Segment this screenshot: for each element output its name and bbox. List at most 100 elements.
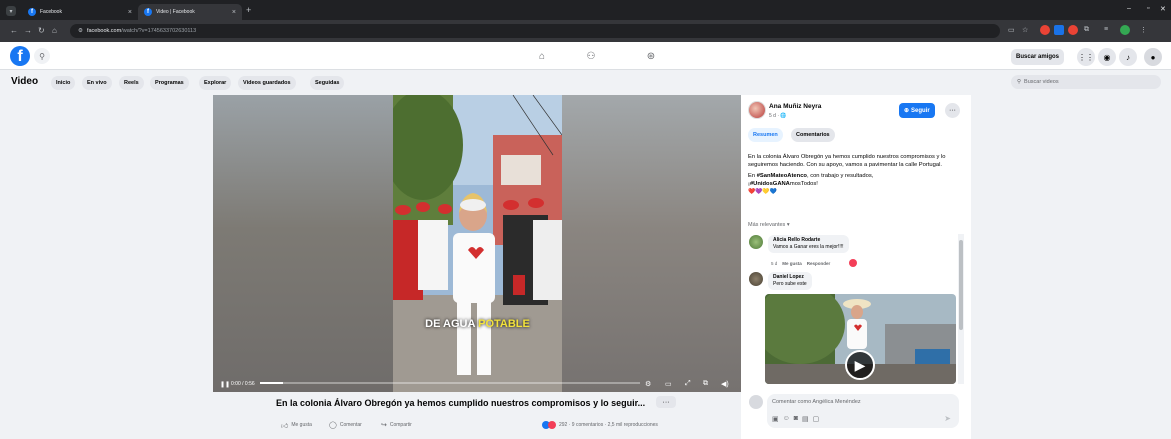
comments-scrollbar[interactable] (958, 234, 964, 384)
url-domain: facebook.com (86, 28, 122, 34)
comment-like-button[interactable]: Me gusta (782, 261, 802, 266)
facebook-search-icon[interactable]: ⚲ (34, 48, 50, 64)
reload-icon[interactable]: ↻ (38, 26, 45, 35)
comment-bubble: Alicia Rello Rodarte Vamos a Ganar eres … (768, 235, 849, 253)
follow-icon: ⊕ (904, 108, 910, 114)
scrollbar-thumb[interactable] (959, 240, 963, 330)
messenger-icon[interactable]: ◉ (1098, 48, 1116, 66)
comment-author[interactable]: Alicia Rello Rodarte (773, 237, 844, 244)
tab-explorar[interactable]: Explorar (199, 76, 232, 90)
play-icon[interactable]: ▶ (845, 350, 875, 380)
groups-nav-icon[interactable]: ⊛ (643, 48, 659, 64)
video-controls: ❚❚ 0:00 / 0:56 ⚙ ▭ ⤢ ⧉ ◀) (213, 376, 741, 392)
like-button[interactable]: 👍︎ Me gusta (281, 420, 312, 430)
volume-icon[interactable]: ◀) (721, 380, 729, 388)
close-tab-icon[interactable]: × (232, 9, 236, 16)
comment-reply-button[interactable]: Responder (807, 261, 831, 266)
comment-button[interactable]: ◯ Comentar (329, 420, 362, 430)
tab-en-vivo[interactable]: En vivo (82, 76, 112, 90)
menu-grid-icon[interactable]: ⋮⋮ (1077, 48, 1095, 66)
comment-bubble-icon: ◯ (329, 422, 337, 429)
tab-programas[interactable]: Programas (150, 76, 189, 90)
comment-input[interactable]: Comentar como Angélica Menéndez ▣ ☺ ◙ ▤ … (767, 394, 959, 428)
browser-tab-video[interactable]: f Video | Facebook × (138, 4, 242, 20)
pause-icon[interactable]: ❚❚ (220, 381, 230, 388)
close-tab-icon[interactable]: × (128, 9, 132, 16)
commenter-avatar[interactable] (749, 235, 763, 249)
extension-3-icon[interactable] (1068, 25, 1078, 35)
url-path: /watch/?v=1745633702630113 (121, 28, 197, 34)
close-window-icon[interactable]: ✕ (1160, 5, 1166, 13)
address-bar[interactable]: ⚙ facebook.com/watch/?v=1745633702630113 (70, 24, 1000, 38)
extensions-icon[interactable]: ⧉ (1084, 26, 1089, 34)
browser-tab-facebook[interactable]: f Facebook × (22, 4, 138, 20)
author-meta: 5 d · 🌐 (769, 113, 787, 119)
cast-icon[interactable]: ▭ (1008, 26, 1015, 34)
video-progress-bar[interactable] (260, 382, 640, 384)
author-avatar[interactable] (748, 101, 766, 119)
author-more-button[interactable]: ··· (945, 103, 960, 118)
maximize-icon[interactable]: ▫ (1147, 5, 1149, 12)
site-info-icon[interactable]: ⚙ (78, 28, 83, 34)
hashtag-link[interactable]: #SanMateoAtenco (757, 173, 807, 179)
miniplayer-icon[interactable]: ▭ (665, 380, 672, 388)
gif-icon[interactable]: ▤ (802, 415, 809, 423)
home-nav-icon[interactable]: ⌂ (534, 48, 550, 64)
media-icon[interactable]: ≡ (1104, 26, 1108, 33)
facebook-favicon-icon: f (144, 8, 152, 16)
search-videos-input[interactable]: ⚲ Buscar videos (1011, 75, 1161, 89)
new-tab-icon[interactable]: + (246, 5, 251, 15)
fullscreen-icon[interactable]: ⤢ (685, 380, 691, 388)
comment-input-tools: ▣ ☺ ◙ ▤ ▢ (772, 415, 819, 423)
comment-sort-dropdown[interactable]: Más relevantes ▾ (748, 222, 790, 228)
comment-author[interactable]: Daniel Lopez (773, 274, 807, 281)
video-blur-left (213, 95, 393, 392)
post-stats[interactable]: 292 · 9 comentarios · 2,5 mil reproducci… (542, 420, 658, 430)
find-friends-button[interactable]: Buscar amigos (1011, 49, 1065, 65)
tab-comentarios[interactable]: Comentarios (791, 128, 835, 142)
author-name[interactable]: Ana Muñiz Neyra (769, 103, 821, 110)
tab-seguidas[interactable]: Seguidas (310, 76, 345, 90)
video-frame (393, 95, 562, 392)
tab-videos-guardados[interactable]: Videos guardados (238, 76, 296, 90)
camera-icon[interactable]: ◙ (794, 415, 798, 423)
comment-video-thumbnail[interactable]: ▶ (765, 294, 956, 384)
heart-emojis: ❤️💜💛💙 (748, 189, 777, 195)
extension-2-icon[interactable] (1054, 25, 1064, 35)
account-avatar[interactable]: ● (1144, 48, 1162, 66)
commenter-avatar[interactable] (749, 272, 763, 286)
profile-icon[interactable] (1120, 25, 1130, 35)
facebook-logo-icon[interactable]: f (10, 46, 30, 66)
sticker-icon[interactable]: ▢ (813, 415, 820, 423)
comment-bubble: Daniel Lopez Pero sube este (768, 272, 812, 290)
video-time: 0:00 / 0:56 (231, 381, 255, 387)
post-title: En la colonia Álvaro Obregón ya hemos cu… (276, 398, 646, 408)
browser-menu-icon[interactable]: ⋮ (1140, 26, 1147, 34)
bookmark-star-icon[interactable]: ☆ (1022, 26, 1028, 34)
tab-resumen[interactable]: Resumen (748, 128, 783, 142)
emoji-icon[interactable]: ☺ (783, 415, 790, 423)
avatar-sticker-icon[interactable]: ▣ (772, 415, 779, 423)
home-icon[interactable]: ⌂ (52, 26, 57, 35)
extension-1-icon[interactable] (1040, 25, 1050, 35)
friends-nav-icon[interactable]: ⚇ (583, 48, 599, 64)
settings-gear-icon[interactable]: ⚙ (645, 380, 651, 388)
video-blur-right (562, 95, 741, 392)
hashtag-link[interactable]: #UnidosGANAmosTodos (750, 181, 816, 187)
facebook-favicon-icon: f (28, 8, 36, 16)
send-icon[interactable]: ➤ (944, 414, 951, 423)
comment-text: Vamos a Ganar eres la mejor!!!! (773, 244, 844, 250)
post-description: En la colonia Álvaro Obregón ya hemos cu… (748, 154, 946, 195)
post-more-button[interactable]: ··· (656, 396, 676, 408)
follow-button[interactable]: ⊕ Seguir (899, 103, 935, 118)
tab-inicio[interactable]: Inicio (51, 76, 76, 90)
back-icon[interactable]: ← (10, 26, 18, 35)
share-button[interactable]: ↪ Compartir (381, 420, 412, 430)
tab-reels[interactable]: Reels (119, 76, 144, 90)
minimize-icon[interactable]: – (1127, 5, 1131, 12)
tab-search-icon[interactable]: ▾ (6, 6, 16, 16)
forward-icon[interactable]: → (24, 26, 32, 35)
notifications-bell-icon[interactable]: ♪ (1119, 48, 1137, 66)
video-progress-fill (260, 382, 283, 384)
pip-icon[interactable]: ⧉ (703, 380, 708, 388)
